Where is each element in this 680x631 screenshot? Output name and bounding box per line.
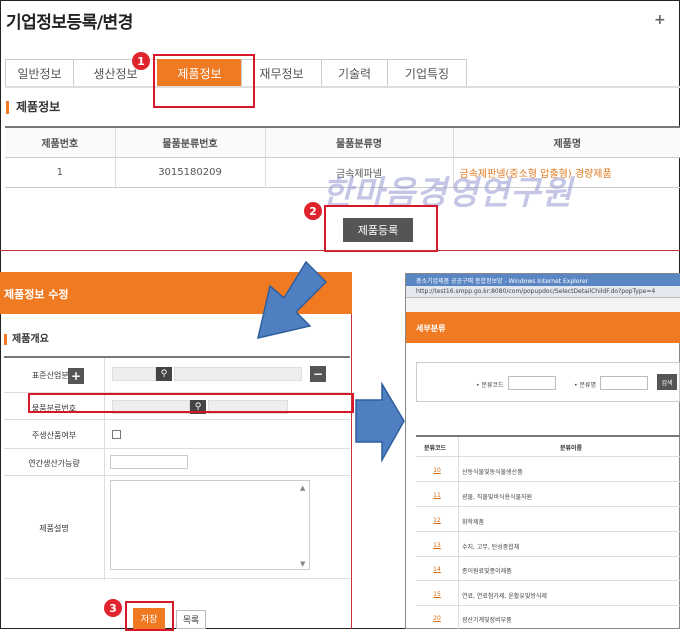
guide-arrows: [256, 260, 405, 463]
arrow-down-left-icon: [256, 260, 328, 340]
arrow-right-icon: [355, 381, 405, 463]
